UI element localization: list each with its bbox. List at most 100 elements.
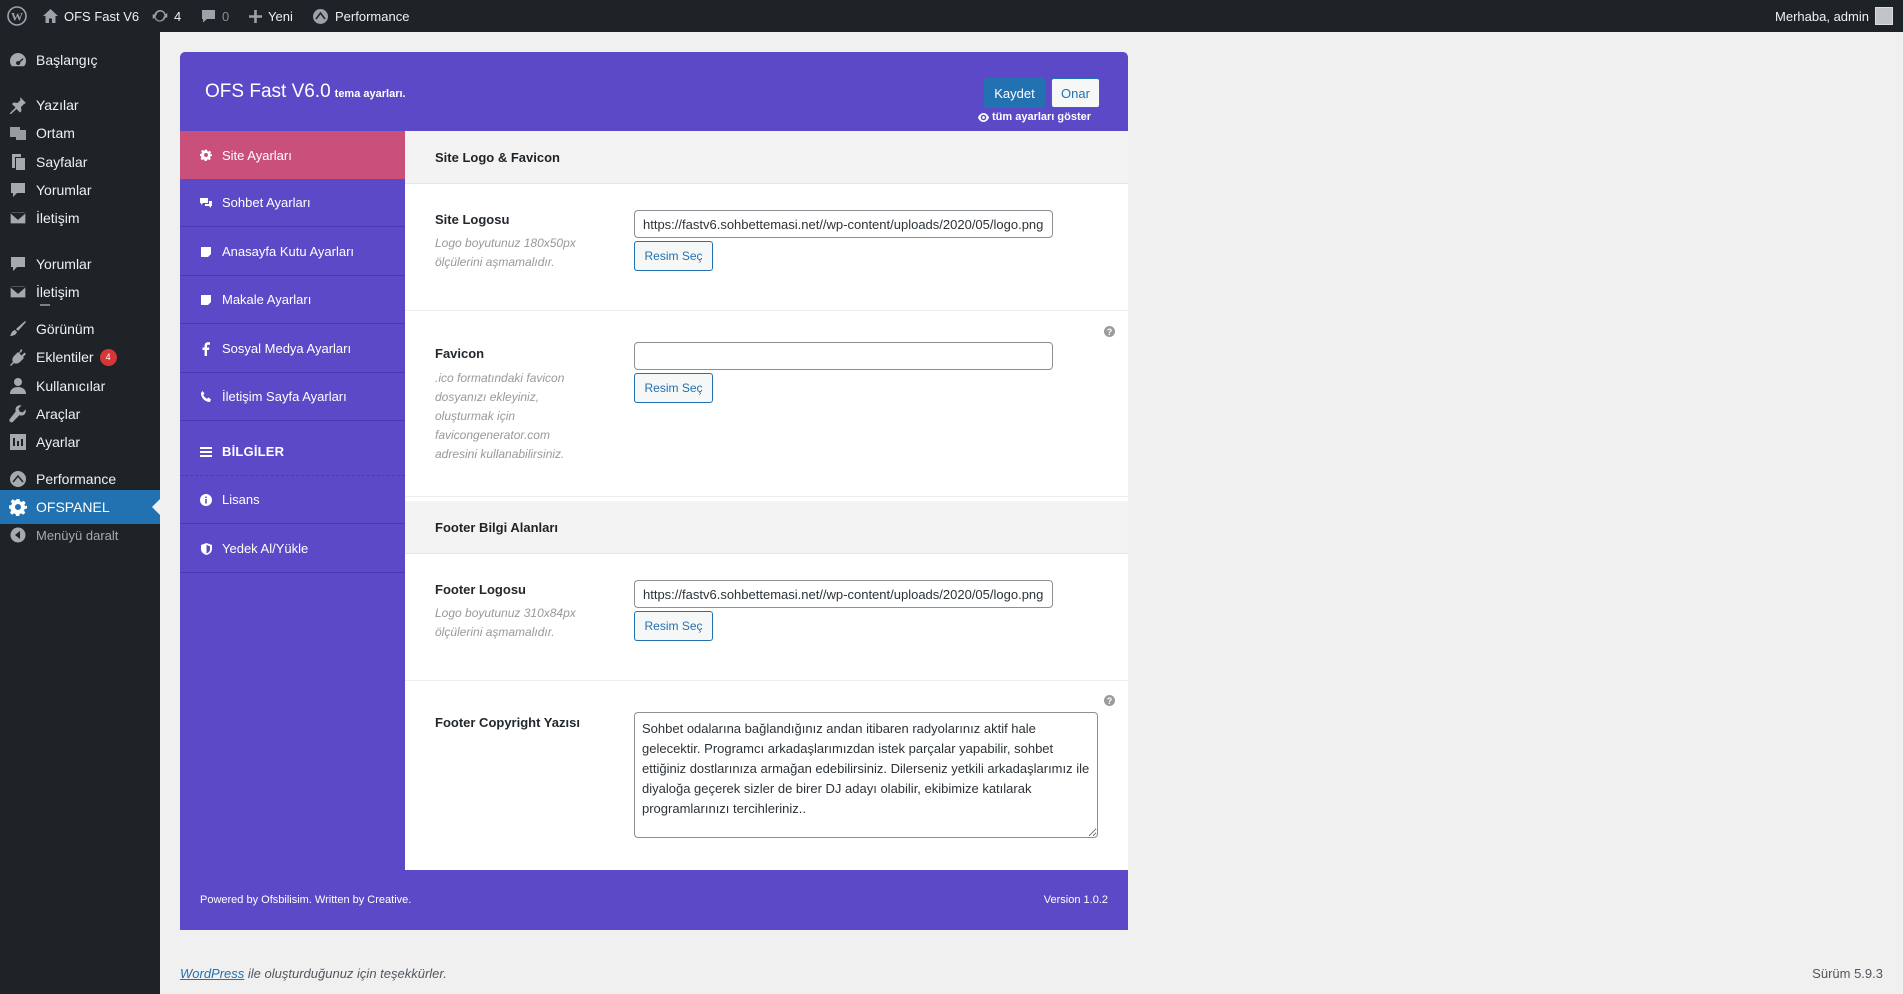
shield-icon bbox=[199, 542, 213, 555]
performance-link[interactable]: Performance bbox=[312, 0, 409, 32]
panel-version: Version 1.0.2 bbox=[1043, 894, 1108, 906]
field-label: Footer Logosu bbox=[435, 582, 526, 597]
field-description: Logo boyutunuz 310x84px ölçülerini aşmam… bbox=[435, 606, 576, 639]
footer-copyright-textarea[interactable]: Sohbet odalarına bağlandığınız andan iti… bbox=[634, 712, 1098, 838]
comments-link[interactable]: 0 bbox=[201, 0, 229, 32]
performance-icon bbox=[313, 8, 328, 24]
list-icon bbox=[199, 446, 213, 457]
field-label: Site Logosu bbox=[435, 212, 510, 227]
favicon-select-button[interactable]: Resim Seç bbox=[634, 373, 713, 403]
nav-backup-restore[interactable]: Yedek Al/Yükle bbox=[180, 525, 405, 573]
new-label: Yeni bbox=[268, 8, 293, 24]
chat-icon bbox=[199, 197, 213, 209]
comments-icon bbox=[0, 181, 36, 199]
nav-chat-settings[interactable]: Sohbet Ayarları bbox=[180, 179, 405, 227]
menu-label: Ayarlar bbox=[36, 434, 81, 450]
section-title: Footer Bilgi Alanları bbox=[435, 519, 559, 535]
menu-label: Araçlar bbox=[36, 406, 81, 422]
reset-button[interactable]: Onar bbox=[1051, 78, 1100, 108]
site-name-link[interactable]: OFS Fast V6 bbox=[43, 0, 139, 32]
eye-icon bbox=[978, 112, 989, 122]
nav-label: BİLGİLER bbox=[222, 444, 285, 459]
footer-logo-select-button[interactable]: Resim Seç bbox=[634, 611, 713, 641]
nav-label: Site Ayarları bbox=[222, 147, 292, 163]
media-icon bbox=[0, 124, 36, 142]
save-button[interactable]: Kaydet bbox=[984, 78, 1045, 108]
settings-icon bbox=[0, 433, 36, 451]
admin-bar: W OFS Fast V6 4 0 Yeni Performance Merha… bbox=[0, 0, 1903, 32]
menu-label: Sayfalar bbox=[36, 154, 88, 170]
field-footer-logo: Footer Logosu Logo boyutunuz 310x84px öl… bbox=[405, 554, 1128, 681]
updates-count: 4 bbox=[174, 8, 182, 24]
comment-icon bbox=[202, 10, 215, 23]
wordpress-logo-icon[interactable]: W bbox=[7, 0, 27, 32]
menu-item-contact[interactable]: İletişim bbox=[0, 201, 160, 235]
wp-version: Sürüm 5.9.3 bbox=[1812, 966, 1883, 981]
field-label: Footer Copyright Yazısı bbox=[435, 715, 580, 730]
new-content-link[interactable]: Yeni bbox=[249, 0, 293, 32]
nav-homepage-box-settings[interactable]: Anasayfa Kutu Ayarları bbox=[180, 228, 405, 276]
home-icon bbox=[43, 9, 58, 23]
comments-count: 0 bbox=[222, 8, 230, 24]
mail-icon bbox=[0, 211, 36, 225]
phone-icon bbox=[199, 390, 213, 403]
info-icon bbox=[199, 493, 213, 506]
field-label: Favicon bbox=[435, 346, 485, 361]
menu-label: Kullanıcılar bbox=[36, 378, 106, 394]
nav-license[interactable]: Lisans bbox=[180, 476, 405, 524]
greeting-label: Merhaba, admin bbox=[1775, 8, 1869, 24]
footer-logo-url-input[interactable] bbox=[634, 580, 1053, 608]
site-logo-url-input[interactable] bbox=[634, 210, 1053, 238]
account-link[interactable]: Merhaba, admin bbox=[1775, 0, 1893, 32]
panel-subtitle: tema ayarları. bbox=[334, 88, 406, 100]
wrench-icon bbox=[0, 405, 36, 423]
wordpress-link[interactable]: WordPress bbox=[180, 966, 244, 981]
nav-info-heading: BİLGİLER bbox=[180, 428, 405, 476]
avatar bbox=[1875, 7, 1893, 25]
nav-site-settings[interactable]: Site Ayarları bbox=[180, 131, 405, 179]
user-icon bbox=[0, 377, 36, 395]
section-footer-info: Footer Bilgi Alanları bbox=[405, 501, 1128, 554]
nav-label: Anasayfa Kutu Ayarları bbox=[222, 244, 355, 259]
wp-footer-thanks: WordPress ile oluşturduğunuz için teşekk… bbox=[180, 966, 447, 981]
help-icon[interactable]: ? bbox=[1104, 695, 1115, 706]
favicon-url-input[interactable] bbox=[634, 342, 1053, 370]
menu-item-dashboard[interactable]: Başlangıç bbox=[0, 43, 160, 77]
menu-label: Görünüm bbox=[36, 321, 95, 337]
collapse-icon bbox=[0, 527, 36, 543]
panel-title-text: OFS Fast V6.0 bbox=[205, 81, 331, 102]
svg-text:W: W bbox=[11, 10, 23, 24]
help-icon[interactable]: ? bbox=[1104, 326, 1115, 337]
menu-label: Performance bbox=[36, 471, 117, 487]
pages-icon bbox=[0, 153, 36, 171]
nav-label: Sohbet Ayarları bbox=[222, 195, 311, 210]
field-description: .ico formatındaki favicon dosyanızı ekle… bbox=[435, 371, 565, 461]
show-all-settings-link[interactable]: tüm ayarları göster bbox=[978, 111, 1091, 123]
menu-item-contact-2[interactable]: İletişim bbox=[0, 275, 160, 309]
menu-label: İletişim bbox=[36, 210, 80, 226]
plus-icon bbox=[249, 9, 262, 23]
collapse-menu-button[interactable]: Menüyü daralt bbox=[0, 518, 160, 552]
panel-footer: Powered by Ofsbilisim. Written by Creati… bbox=[180, 870, 1128, 930]
dashboard-icon bbox=[0, 51, 36, 69]
nav-label: Lisans bbox=[222, 492, 260, 507]
field-footer-copyright: ? Footer Copyright Yazısı Sohbet odaları… bbox=[405, 681, 1128, 870]
updates-link[interactable]: 4 bbox=[152, 0, 181, 32]
article-icon bbox=[199, 294, 213, 306]
menu-label: Yorumlar bbox=[36, 182, 92, 198]
nav-social-media-settings[interactable]: Sosyal Medya Ayarları bbox=[180, 325, 405, 373]
nav-article-settings[interactable]: Makale Ayarları bbox=[180, 276, 405, 324]
comments-icon bbox=[0, 255, 36, 273]
menu-item-settings[interactable]: Ayarlar bbox=[0, 425, 160, 459]
nav-label: Yedek Al/Yükle bbox=[222, 541, 309, 556]
field-favicon: ? Favicon .ico formatındaki favicon dosy… bbox=[405, 311, 1128, 497]
section-title: Site Logo & Favicon bbox=[435, 149, 560, 165]
panel-title: OFS Fast V6.0 tema ayarları. bbox=[205, 81, 406, 103]
pin-icon bbox=[0, 96, 36, 114]
site-logo-select-button[interactable]: Resim Seç bbox=[634, 241, 713, 271]
updates-icon bbox=[152, 10, 168, 22]
performance-icon bbox=[0, 470, 36, 488]
field-site-logo: Site Logosu Logo boyutunuz 180x50px ölçü… bbox=[405, 184, 1128, 311]
menu-label: OFSPANEL bbox=[36, 499, 110, 515]
nav-contact-page-settings[interactable]: İletişim Sayfa Ayarları bbox=[180, 373, 405, 421]
